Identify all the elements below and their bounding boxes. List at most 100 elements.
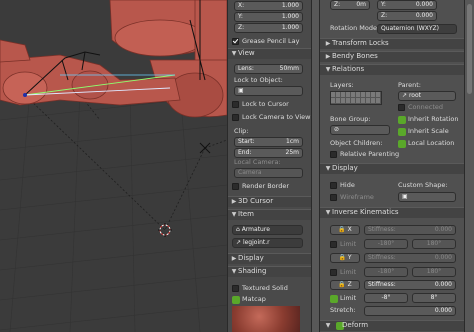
lock-to-object-label: Lock to Object:	[234, 76, 283, 84]
custom-shape-field[interactable]: ▣	[398, 192, 456, 202]
clip-end-field[interactable]: End: 25m	[234, 148, 303, 158]
rotation-mode-label: Rotation Mode:	[330, 24, 380, 32]
rotation-y-field[interactable]: Y: 0.000	[377, 0, 437, 10]
wireframe-checkbox[interactable]	[330, 194, 337, 201]
ik-limit-y-max[interactable]: 180°	[412, 267, 456, 277]
parent-field[interactable]: ↗ root	[398, 91, 456, 101]
scale-z-field[interactable]: Z: 1.000	[234, 23, 303, 33]
matcap-preview[interactable]	[232, 306, 300, 332]
triangle-down-icon: ▼	[231, 50, 237, 57]
ik-limit-y-label: Limit	[340, 268, 357, 276]
triangle-right-icon: ▶	[231, 255, 237, 262]
ik-limit-z-min[interactable]: -8°	[364, 293, 408, 303]
item-header-label: ▼ Item	[231, 210, 254, 218]
ik-stiffness-x-field[interactable]: Stiffness: 0.000	[364, 225, 456, 235]
3d-viewport[interactable]	[0, 0, 227, 332]
lock-camera-checkbox[interactable]	[232, 114, 239, 121]
scale-y-field[interactable]: Y: 1.000	[234, 12, 303, 22]
triangle-down-icon: ▼	[325, 165, 331, 172]
triangle-down-icon: ▼	[231, 268, 237, 275]
inherit-rotation-checkbox[interactable]	[398, 116, 406, 124]
local-camera-field[interactable]: Camera	[234, 168, 303, 178]
bone-group-field[interactable]: ⊘	[330, 125, 390, 135]
triangle-down-icon: ▼	[325, 209, 331, 216]
lock-camera-label: Lock Camera to View	[242, 113, 311, 121]
location-z-field[interactable]: Z: 0m	[330, 0, 370, 10]
triangle-down-icon: ▼	[325, 322, 331, 329]
render-border-label: Render Border	[242, 182, 289, 190]
rotation-z-field[interactable]: Z: 0.000	[377, 11, 437, 21]
inherit-rotation-label: Inherit Rotation	[408, 115, 459, 123]
lock-icon: 🔒	[338, 254, 346, 261]
bone-group-label: Bone Group:	[330, 115, 371, 123]
properties-scrollbar[interactable]	[464, 0, 474, 332]
stretch-field[interactable]: 0.000	[364, 306, 456, 316]
bone-properties-editor: Z: 0m Y: 0.000 Z: 0.000 Rotation Mode: Quat…	[320, 0, 464, 332]
ik-limit-y-checkbox[interactable]	[330, 269, 337, 276]
properties-sidebar: X: 1.000 Y: 1.000 Z: 1.000 Grease Pencil La…	[227, 0, 311, 332]
3d-cursor-header-label: ▶ 3D Cursor	[231, 197, 274, 205]
inherit-scale-checkbox[interactable]	[398, 128, 406, 136]
panel-separator[interactable]	[311, 0, 320, 332]
custom-shape-label: Custom Shape:	[398, 181, 448, 189]
triangle-down-icon: ▼	[325, 66, 331, 73]
triangle-right-icon: ▶	[325, 40, 331, 47]
hide-checkbox[interactable]	[330, 182, 337, 189]
parent-label: Parent:	[398, 81, 421, 89]
object-children-label: Object Children:	[330, 139, 383, 147]
shading-header-label: ▼ Shading	[231, 267, 267, 275]
ik-limit-z-checkbox[interactable]	[330, 295, 338, 303]
stretch-label: Stretch:	[330, 306, 356, 314]
inherit-scale-label: Inherit Scale	[408, 127, 449, 135]
ik-stiffness-y-field[interactable]: Stiffness: 0.000	[364, 253, 456, 263]
relative-parenting-checkbox[interactable]	[330, 151, 337, 158]
display-header-label: ▶ Display	[231, 254, 264, 262]
cube-icon: ▣	[402, 193, 408, 200]
scrollbar-thumb[interactable]	[467, 4, 472, 94]
relative-parenting-label: Relative Parenting	[340, 150, 400, 158]
inverse-kinematics-label: ▼ Inverse Kinematics	[325, 208, 399, 216]
triangle-right-icon: ▶	[231, 198, 237, 205]
group-icon: ⊘	[334, 126, 340, 133]
triangle-right-icon: ▶	[325, 53, 331, 60]
ik-limit-z-max[interactable]: 8°	[412, 293, 456, 303]
ik-limit-x-label: Limit	[340, 240, 357, 248]
grease-pencil-checkbox[interactable]	[232, 38, 239, 45]
layers-grid[interactable]	[330, 91, 382, 105]
render-border-checkbox[interactable]	[232, 183, 239, 190]
connected-checkbox[interactable]	[398, 104, 405, 111]
matcap-label: Matcap	[242, 295, 266, 303]
ik-lock-y-toggle[interactable]: 🔒 Y	[330, 253, 360, 263]
object-origin-icon	[199, 142, 211, 154]
scale-x-field[interactable]: X: 1.000	[234, 1, 303, 11]
bone-name-field[interactable]: ↗ legjoint.r	[232, 238, 303, 248]
lock-object-field[interactable]: ▣	[234, 86, 303, 96]
local-location-label: Local Location	[408, 139, 455, 147]
lock-to-cursor-checkbox[interactable]	[232, 101, 239, 108]
bendy-bones-label: ▶ Bendy Bones	[325, 52, 378, 60]
deform-label: ▼ Deform	[325, 321, 369, 329]
clip-start-field[interactable]: Start: 1cm	[234, 137, 303, 147]
ik-limit-x-max[interactable]: 180°	[412, 239, 456, 249]
textured-solid-label: Textured Solid	[242, 284, 288, 292]
matcap-checkbox[interactable]	[232, 296, 240, 304]
local-location-checkbox[interactable]	[398, 140, 406, 148]
bone-icon: ↗	[236, 239, 243, 246]
ik-limit-x-checkbox[interactable]	[330, 241, 337, 248]
bone-icon: ↗	[402, 92, 409, 99]
ik-lock-z-toggle[interactable]: 🔒 Z	[330, 280, 360, 290]
ik-limit-y-min[interactable]: -180°	[364, 267, 408, 277]
ik-limit-x-min[interactable]: -180°	[364, 239, 408, 249]
display-label: ▼ Display	[325, 164, 358, 172]
view-header-label: ▼ View	[231, 49, 255, 57]
ik-stiffness-z-field[interactable]: Stiffness: 0.000	[364, 280, 456, 290]
transform-locks-label: ▶ Transform Locks	[325, 39, 389, 47]
ik-lock-x-toggle[interactable]: 🔒 X	[330, 225, 360, 235]
connected-label: Connected	[408, 103, 444, 111]
textured-solid-checkbox[interactable]	[232, 285, 239, 292]
grease-pencil-label: Grease Pencil Lay	[242, 37, 300, 45]
lens-field[interactable]: Lens: 50mm	[234, 64, 303, 74]
viewport-scene	[0, 0, 227, 332]
armature-name-field[interactable]: ⌂ Armature	[232, 225, 303, 235]
rotation-mode-select[interactable]: Quaternion (WXYZ)	[377, 24, 457, 34]
